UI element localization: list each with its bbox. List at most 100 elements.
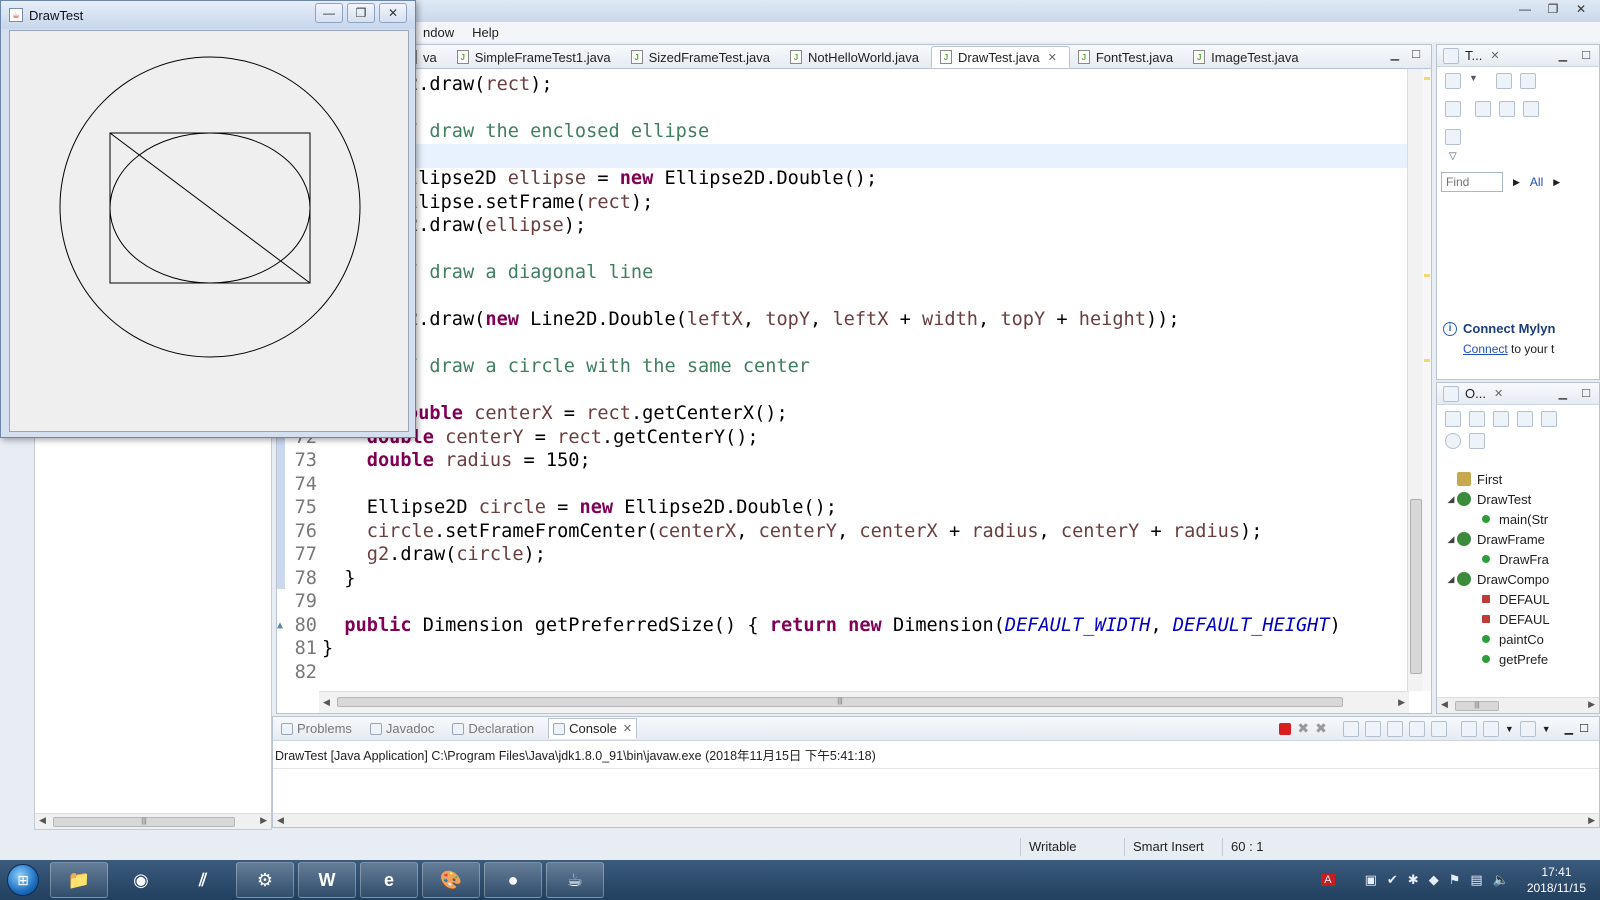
taskbar-explorer-button[interactable]: 📁	[50, 862, 108, 898]
code-line[interactable]: 73 double radius = 150;	[277, 449, 1407, 473]
chevron-down-icon[interactable]: ▼	[1542, 724, 1551, 734]
code-line[interactable]: / draw a circle with the same center	[277, 355, 1407, 379]
taskbar-word-button[interactable]: W	[298, 862, 356, 898]
filter-icon[interactable]	[1499, 101, 1515, 117]
eclipse-close-button[interactable]: ✕	[1568, 0, 1594, 18]
editor-vertical-scrollbar[interactable]	[1407, 69, 1423, 691]
editor-horizontal-scrollbar[interactable]: ◀ ||| ▶	[319, 691, 1409, 713]
code-line[interactable]: 82	[277, 661, 1407, 685]
terminate-icon[interactable]	[1279, 722, 1292, 735]
network-tray-icon[interactable]: ▣	[1365, 872, 1377, 888]
outline-item[interactable]: DEFAUL	[1437, 589, 1599, 609]
close-icon[interactable]: ✕	[1048, 51, 1057, 64]
maximize-icon[interactable]: ☐	[1581, 387, 1591, 400]
remove-all-icon[interactable]: ✖	[1315, 720, 1327, 737]
chevron-right-icon[interactable]: ▶	[1553, 177, 1560, 188]
ruler-mark[interactable]	[1424, 274, 1430, 277]
code-line[interactable]	[277, 238, 1407, 262]
maximize-icon[interactable]: ☐	[1579, 722, 1589, 735]
eclipse-minimize-button[interactable]: —	[1512, 0, 1538, 18]
collapse-all-icon[interactable]	[1523, 101, 1539, 117]
drawtest-maximize-button[interactable]: ❐	[347, 3, 375, 23]
outline-item[interactable]: DEFAUL	[1437, 609, 1599, 629]
sort-icon[interactable]	[1493, 411, 1509, 427]
editor-tab-5[interactable]: J FontTest.java	[1070, 46, 1185, 68]
new-task-icon[interactable]	[1445, 73, 1461, 89]
outline-horizontal-scrollbar[interactable]: ◀ ||| ▶	[1437, 697, 1599, 713]
ruler-mark[interactable]	[1424, 77, 1430, 80]
code-line[interactable]: / draw the enclosed ellipse	[277, 120, 1407, 144]
drawtest-close-button[interactable]: ✕	[379, 3, 407, 23]
scroll-right-arrow[interactable]: ▶	[260, 815, 267, 826]
editor-tab-4[interactable]: J DrawTest.java ✕	[930, 46, 1070, 68]
security-tray-icon[interactable]: ✔	[1387, 872, 1398, 888]
outline-item[interactable]: main(Str	[1437, 509, 1599, 529]
volume-muted-icon[interactable]: 🔈	[1493, 872, 1509, 888]
console-tab-javadoc[interactable]: Javadoc	[366, 719, 438, 738]
hide-static-icon[interactable]	[1541, 411, 1557, 427]
taskbar-paint-button[interactable]: 🎨	[422, 862, 480, 898]
left-horizontal-scrollbar[interactable]: ◀ ||| ▶	[35, 813, 271, 829]
start-button[interactable]: ⊞	[0, 860, 46, 900]
connect-link[interactable]: Connect	[1463, 342, 1508, 356]
scroll-thumb[interactable]	[1410, 499, 1422, 674]
code-line[interactable]: llipse2D ellipse = new Ellipse2D.Double(…	[277, 167, 1407, 191]
collapse-all-icon[interactable]	[1469, 411, 1485, 427]
code-line[interactable]	[277, 144, 1407, 168]
chevron-down-icon[interactable]: ▼	[1469, 73, 1478, 89]
sync-icon[interactable]	[1445, 129, 1461, 145]
scroll-right-arrow[interactable]: ▶	[1398, 697, 1405, 708]
code-line[interactable]: ▲ 80 public Dimension getPreferredSize() …	[277, 614, 1407, 638]
expand-icon[interactable]: ◢	[1445, 494, 1457, 505]
focus-icon[interactable]	[1445, 411, 1461, 427]
task-view-title[interactable]: T...	[1465, 48, 1482, 63]
scroll-left-arrow[interactable]: ◀	[1441, 699, 1448, 710]
code-line[interactable]: 74	[277, 473, 1407, 497]
view-menu-icon[interactable]: ▽	[1449, 151, 1457, 162]
code-line[interactable]: 2.draw(rect);	[277, 73, 1407, 97]
taskbar-java-ee-ide-button[interactable]: ⚙	[236, 862, 294, 898]
maximize-icon[interactable]: ☐	[1581, 49, 1591, 62]
console-tab-problems[interactable]: Problems	[277, 719, 356, 738]
drawtest-titlebar[interactable]: ☕ DrawTest — ❐ ✕	[1, 1, 415, 29]
editor-tab-3[interactable]: J NotHelloWorld.java	[782, 46, 931, 68]
scroll-lock-icon[interactable]	[1364, 720, 1381, 737]
outline-item[interactable]: paintCo	[1437, 629, 1599, 649]
hide-fields-icon[interactable]	[1517, 411, 1533, 427]
eclipse-restore-button[interactable]: ❐	[1540, 0, 1566, 18]
app-tray-icon[interactable]: ◆	[1429, 872, 1439, 888]
bluetooth-tray-icon[interactable]: ✱	[1408, 872, 1419, 888]
scroll-thumb[interactable]: |||	[53, 817, 235, 827]
remove-launch-icon[interactable]: ✖	[1297, 720, 1309, 737]
editor-tab-1[interactable]: J SimpleFrameTest1.java	[449, 46, 623, 68]
clear-console-icon[interactable]	[1342, 720, 1359, 737]
editor-minimize-icon[interactable]: ▁	[1391, 48, 1399, 61]
outline-view-title[interactable]: O...	[1465, 386, 1486, 401]
outline-item[interactable]: ◢ DrawTest	[1437, 489, 1599, 509]
display-tray-icon[interactable]: ▤	[1470, 872, 1482, 888]
show-on-output-icon[interactable]	[1408, 720, 1425, 737]
expand-icon[interactable]: ◢	[1445, 574, 1457, 585]
hide-completed-icon[interactable]	[1475, 101, 1491, 117]
outline-item[interactable]: DrawFra	[1437, 549, 1599, 569]
expand-icon[interactable]: ◢	[1445, 534, 1457, 545]
close-icon[interactable]: ✕	[1494, 387, 1503, 400]
drawtest-minimize-button[interactable]: —	[315, 3, 343, 23]
outline-item[interactable]: getPrefe	[1437, 649, 1599, 669]
all-filter-link[interactable]: All	[1530, 175, 1543, 189]
overview-ruler[interactable]	[1423, 69, 1431, 691]
scheduled-icon[interactable]	[1519, 73, 1536, 89]
menu-help[interactable]: Help	[472, 25, 499, 40]
outline-item[interactable]: ◢ DrawCompo	[1437, 569, 1599, 589]
word-wrap-icon[interactable]	[1386, 720, 1403, 737]
code-line[interactable]: 72 double centerY = rect.getCenterY();	[277, 426, 1407, 450]
focus-icon[interactable]	[1445, 101, 1461, 117]
scroll-right-arrow[interactable]: ▶	[1588, 699, 1595, 710]
minimize-icon[interactable]: ▁	[1559, 387, 1567, 400]
hide-local-types-icon[interactable]	[1469, 433, 1485, 449]
code-area[interactable]: 2.draw(rect); / draw the enclosed ellipse…	[277, 69, 1407, 691]
scroll-right-arrow[interactable]: ▶	[1588, 815, 1595, 826]
find-input[interactable]	[1441, 172, 1503, 192]
code-line[interactable]: llipse.setFrame(rect);	[277, 191, 1407, 215]
menu-window[interactable]: ndow	[423, 25, 454, 40]
